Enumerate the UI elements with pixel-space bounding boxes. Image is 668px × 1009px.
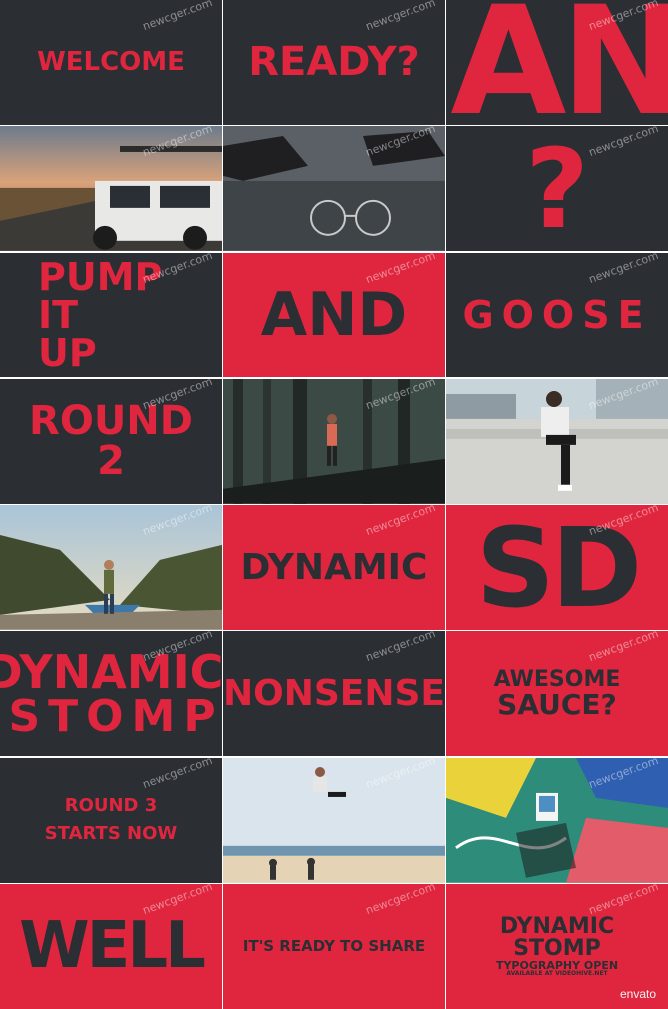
round2-line-1: ROUND	[29, 398, 193, 445]
photo-jeep: newcger.com	[0, 126, 222, 252]
photo-graffiti: newcger.com	[446, 757, 668, 883]
tile-goose: GOOSE newcger.com	[446, 252, 668, 378]
final-line-4: AVAILABLE AT VIDEOHIVE.NET	[506, 969, 608, 977]
tile-welcome-text: WELCOME	[37, 47, 185, 78]
tile-ready-text: READY?	[248, 39, 420, 86]
sneakers-photo	[223, 126, 445, 252]
awesome-line-2: SAUCE?	[497, 687, 617, 721]
tile-well: WELL newcger.com	[0, 884, 222, 1009]
watermark: newcger.com	[363, 0, 438, 34]
beach-photo	[223, 757, 445, 883]
tile-big-an-text: AN	[450, 0, 668, 125]
tile-nonsense-text: NONSENSE	[223, 672, 445, 714]
tile-final-title: DYNAMIC STOMP TYPOGRAPHY OPEN AVAILABLE …	[446, 884, 668, 1009]
tile-dynamic-stomp: DYNAMIC STOMP newcger.com	[0, 631, 222, 757]
watermark: newcger.com	[586, 126, 661, 160]
tile-ready-to-share-text: IT'S READY TO SHARE	[242, 936, 426, 955]
watermark: newcger.com	[586, 252, 661, 286]
tile-round-2: ROUND 2 newcger.com	[0, 378, 222, 504]
round3-line-2: STARTS NOW	[44, 823, 178, 845]
photo-sneakers: newcger.com	[223, 126, 445, 252]
round2-line-2: 2	[97, 438, 125, 485]
watermark: newcger.com	[140, 0, 215, 34]
woman-ledge-photo	[446, 378, 668, 504]
dynamic-stomp-line-2: STOMP	[8, 690, 222, 742]
dynamic-stomp-line-1: DYNAMIC	[0, 644, 222, 699]
watermark: newcger.com	[363, 631, 438, 665]
storyboard-grid: WELCOME newcger.com READY? newcger.com A…	[0, 0, 668, 1009]
watermark: newcger.com	[586, 884, 661, 918]
envato-logo: envato	[619, 986, 656, 1001]
tile-dynamic-text: DYNAMIC	[240, 546, 428, 588]
pump-line-3: UP	[38, 330, 97, 375]
tile-ready-to-share: IT'S READY TO SHARE newcger.com	[223, 884, 445, 1009]
tile-sd: SD newcger.com	[446, 505, 668, 630]
photo-hiker: newcger.com	[0, 505, 222, 630]
final-line-1: DYNAMIC	[499, 913, 615, 939]
tile-and: AND newcger.com	[223, 252, 445, 378]
tile-dynamic: DYNAMIC newcger.com	[223, 505, 445, 630]
graffiti-photo	[446, 757, 668, 883]
tile-awesome-sauce: AWESOME SAUCE? newcger.com	[446, 631, 668, 757]
tile-pump-it-up: PUMP IT UP newcger.com	[0, 252, 222, 378]
tile-well-text: WELL	[19, 909, 206, 984]
round3-line-1: ROUND 3	[64, 795, 158, 817]
watermark: newcger.com	[586, 631, 661, 665]
hiker-photo	[0, 505, 222, 630]
photo-woman-ledge: newcger.com	[446, 378, 668, 504]
tile-and-text: AND	[260, 279, 408, 350]
photo-beach: newcger.com	[223, 757, 445, 883]
tile-nonsense: NONSENSE newcger.com	[223, 631, 445, 757]
forest-photo	[223, 378, 445, 504]
watermark: newcger.com	[140, 757, 215, 791]
tile-welcome: WELCOME newcger.com	[0, 0, 222, 125]
tile-ready: READY? newcger.com	[223, 0, 445, 125]
final-line-2: STOMP	[513, 935, 601, 961]
watermark: newcger.com	[363, 884, 438, 918]
jeep-photo	[0, 126, 222, 252]
tile-round-3: ROUND 3 STARTS NOW newcger.com	[0, 757, 222, 883]
watermark: newcger.com	[363, 505, 438, 539]
tile-big-an: AN newcger.com	[446, 0, 668, 125]
tile-question: ? newcger.com	[446, 126, 668, 252]
pump-line-2: IT	[38, 292, 79, 337]
tile-question-text: ?	[525, 126, 589, 252]
photo-forest: newcger.com	[223, 378, 445, 504]
tile-goose-text: GOOSE	[462, 292, 652, 337]
